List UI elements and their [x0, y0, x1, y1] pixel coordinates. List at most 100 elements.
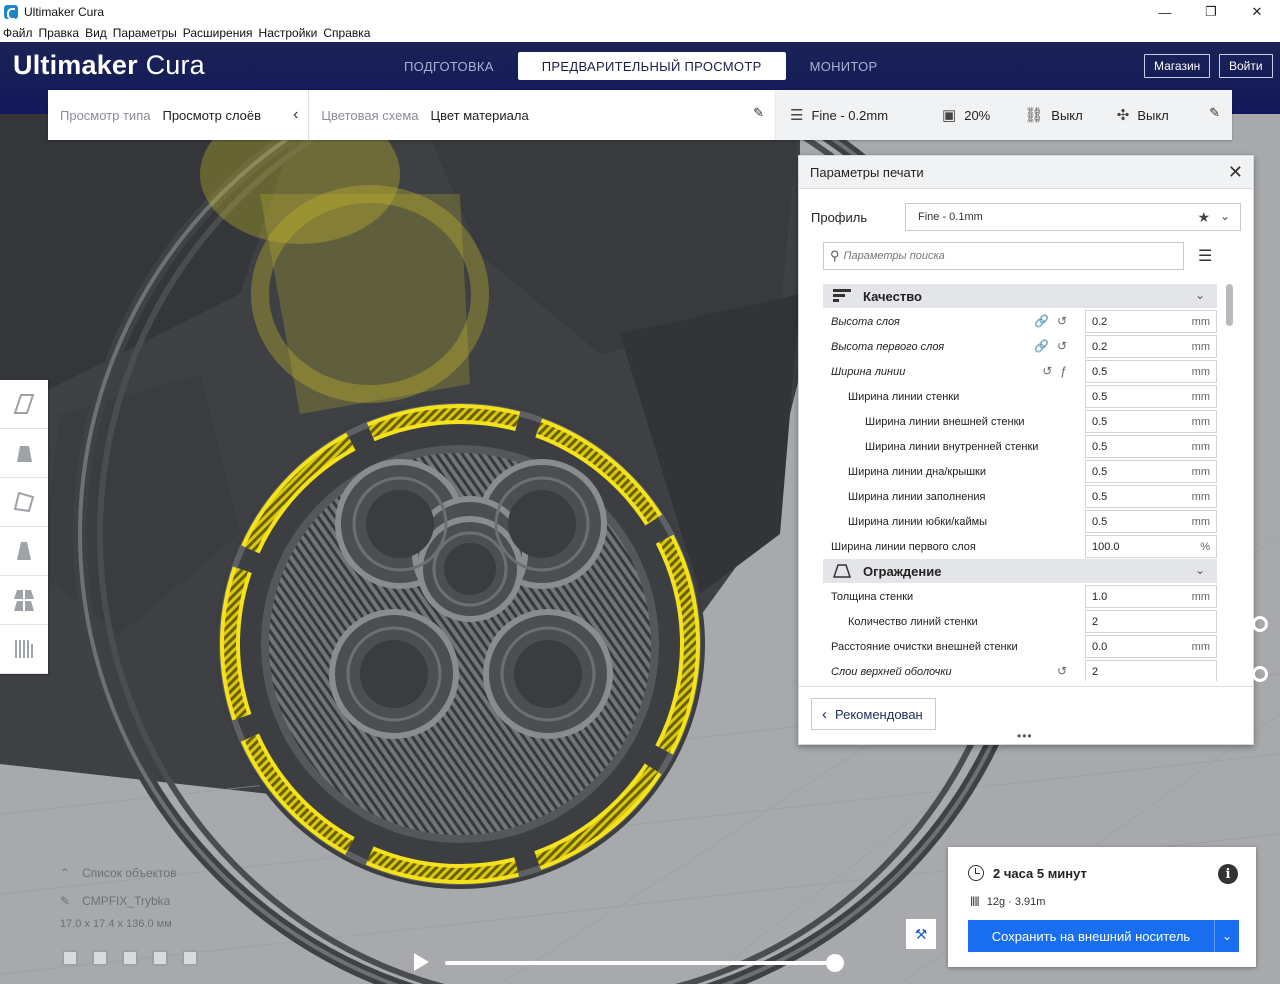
- clock-icon: [968, 865, 984, 881]
- menu-settings[interactable]: Параметры: [113, 26, 177, 40]
- setting-row: Ширина линии первого слоя 100.0%: [823, 534, 1217, 559]
- reset-icon[interactable]: ↺: [1042, 364, 1052, 378]
- reset-icon[interactable]: ↺: [1057, 339, 1067, 353]
- chevron-down-icon[interactable]: ⌄: [1214, 920, 1239, 952]
- chevron-left-icon[interactable]: ‹: [293, 106, 298, 124]
- per-model-settings-button[interactable]: [0, 576, 48, 625]
- material-usage-value: 12g · 3.91m: [986, 895, 1046, 908]
- setting-row: Высота слоя 🔗 ↺ 0.2 mm: [823, 309, 1217, 334]
- setting-value-field[interactable]: 0.2 mm: [1085, 310, 1217, 333]
- tab-monitor[interactable]: МОНИТОР: [786, 52, 902, 80]
- setting-value-field[interactable]: 0.2 mm: [1085, 335, 1217, 358]
- category-header[interactable]: Качество ⌄: [823, 284, 1217, 308]
- function-icon[interactable]: ƒ: [1060, 364, 1067, 378]
- settings-list[interactable]: Качество ⌄ Высота слоя 🔗 ↺ 0.2 mm Высота первог…: [823, 284, 1217, 681]
- object-item[interactable]: ✎ CMPFIX_Trybka: [60, 894, 176, 908]
- setting-value-field[interactable]: 0.5 mm: [1085, 510, 1217, 533]
- menu-file[interactable]: Файл: [3, 26, 33, 40]
- setting-value-field[interactable]: 100.0%: [1085, 535, 1217, 558]
- view-front-icon[interactable]: [92, 950, 108, 966]
- print-setup-toolbar[interactable]: ☰ Fine - 0.2mm ▣ 20% ⛓ Выкл ✣ Выкл ✎: [776, 90, 1232, 140]
- menu-bar: Файл Правка Вид Параметры Расширения Нас…: [0, 24, 1280, 42]
- setting-unit: mm: [1191, 640, 1210, 653]
- object-list-header[interactable]: ⌃ Список объектов: [60, 866, 176, 880]
- tab-prepare[interactable]: ПОДГОТОВКА: [380, 52, 518, 80]
- layer-slider-bottom-handle[interactable]: [1252, 666, 1268, 682]
- scrollbar-thumb[interactable]: [1226, 284, 1233, 326]
- menu-help[interactable]: Справка: [323, 26, 370, 40]
- view-left-icon[interactable]: [152, 950, 168, 966]
- view-3d-icon[interactable]: [62, 950, 78, 966]
- move-tool-button[interactable]: [0, 380, 48, 429]
- color-scheme-value[interactable]: Цвет материала: [431, 108, 529, 123]
- close-icon[interactable]: ✕: [1228, 162, 1243, 183]
- setting-name: Ширина линии первого слоя: [831, 540, 976, 553]
- save-to-removable-button[interactable]: Сохранить на внешний носитель: [968, 920, 1214, 952]
- store-button[interactable]: Магазин: [1144, 54, 1211, 78]
- setting-unit: mm: [1191, 315, 1210, 328]
- maximize-button[interactable]: ❐: [1188, 0, 1234, 24]
- setting-value-field[interactable]: 1.0 mm: [1085, 585, 1217, 608]
- setting-value-field[interactable]: 0.5 mm: [1085, 435, 1217, 458]
- settings-search[interactable]: ⚲: [823, 242, 1184, 270]
- link-icon[interactable]: 🔗: [1034, 314, 1049, 328]
- scale-tool-button[interactable]: [0, 429, 48, 478]
- setting-value-field[interactable]: 0.0 mm: [1085, 635, 1217, 658]
- rotate-tool-button[interactable]: [0, 478, 48, 527]
- login-button[interactable]: Войти: [1219, 54, 1273, 78]
- setting-value-field[interactable]: 0.5 mm: [1085, 360, 1217, 383]
- path-slider-handle[interactable]: [826, 954, 844, 972]
- menu-preferences[interactable]: Настройки: [259, 26, 318, 40]
- settings-scrollbar[interactable]: [1226, 284, 1233, 681]
- menu-view[interactable]: Вид: [85, 26, 107, 40]
- setting-controls: 🔗 ↺: [1034, 339, 1067, 353]
- setting-row: Высота первого слоя 🔗 ↺ 0.2 mm: [823, 334, 1217, 359]
- menu-extensions[interactable]: Расширения: [183, 26, 253, 40]
- reset-icon[interactable]: ↺: [1057, 314, 1067, 328]
- pencil-icon[interactable]: ✎: [753, 105, 764, 121]
- tools-icon[interactable]: ⚒: [906, 919, 936, 949]
- setting-value-field[interactable]: 2: [1085, 610, 1217, 633]
- print-settings-panel: Параметры печати ✕ Профиль Fine - 0.1mm …: [798, 155, 1254, 745]
- tab-preview[interactable]: ПРЕДВАРИТЕЛЬНЫЙ ПРОСМОТР: [517, 52, 786, 80]
- setting-value-field[interactable]: 0.5 mm: [1085, 410, 1217, 433]
- infill-summary[interactable]: ▣ 20%: [942, 106, 990, 124]
- link-icon[interactable]: 🔗: [1034, 339, 1049, 353]
- category-header[interactable]: Ограждение ⌄: [823, 559, 1217, 583]
- layer-slider-top-handle[interactable]: [1252, 616, 1268, 632]
- info-icon[interactable]: i: [1218, 864, 1238, 884]
- support-summary-value: Выкл: [1051, 107, 1083, 123]
- search-input[interactable]: [843, 250, 1164, 262]
- mirror-tool-button[interactable]: [0, 527, 48, 576]
- recommended-button[interactable]: ‹ Рекомендован: [811, 698, 936, 730]
- close-window-button[interactable]: ✕: [1234, 0, 1280, 24]
- profile-select[interactable]: Fine - 0.1mm ★ ⌄: [905, 203, 1241, 231]
- setting-controls: ↺: [1057, 664, 1067, 678]
- pencil-icon[interactable]: ✎: [1209, 105, 1220, 121]
- setting-value-field[interactable]: 2: [1085, 660, 1217, 681]
- support-blocker-button[interactable]: [0, 625, 48, 674]
- view-top-icon[interactable]: [122, 950, 138, 966]
- setting-value-field[interactable]: 0.5 mm: [1085, 485, 1217, 508]
- setting-value-field[interactable]: 0.5 mm: [1085, 460, 1217, 483]
- setting-name: Ширина линии заполнения: [848, 490, 986, 503]
- minimize-button[interactable]: —: [1142, 0, 1188, 24]
- reset-icon[interactable]: ↺: [1057, 664, 1067, 678]
- setting-name: Ширина линии: [831, 365, 906, 378]
- profile-summary[interactable]: ☰ Fine - 0.2mm: [790, 106, 888, 124]
- support-summary[interactable]: ⛓ Выкл: [1024, 106, 1082, 124]
- view-right-icon[interactable]: [182, 950, 198, 966]
- quality-icon: [833, 289, 851, 302]
- menu-edit[interactable]: Правка: [39, 26, 80, 40]
- setting-value-field[interactable]: 0.5 mm: [1085, 385, 1217, 408]
- view-type-value[interactable]: Просмотр слоёв: [162, 108, 261, 123]
- setting-row: Ширина линии заполнения 0.5 mm: [823, 484, 1217, 509]
- play-icon[interactable]: [414, 953, 429, 971]
- view-type-label: Просмотр типа: [60, 107, 151, 123]
- star-icon[interactable]: ★: [1197, 209, 1210, 226]
- adhesion-summary[interactable]: ✣ Выкл: [1117, 106, 1169, 124]
- hamburger-menu-icon[interactable]: ☰: [1198, 246, 1212, 266]
- path-slider-track[interactable]: [445, 961, 835, 965]
- setting-name: Ширина линии юбки/каймы: [848, 515, 988, 528]
- panel-resize-grip[interactable]: •••: [1017, 729, 1033, 743]
